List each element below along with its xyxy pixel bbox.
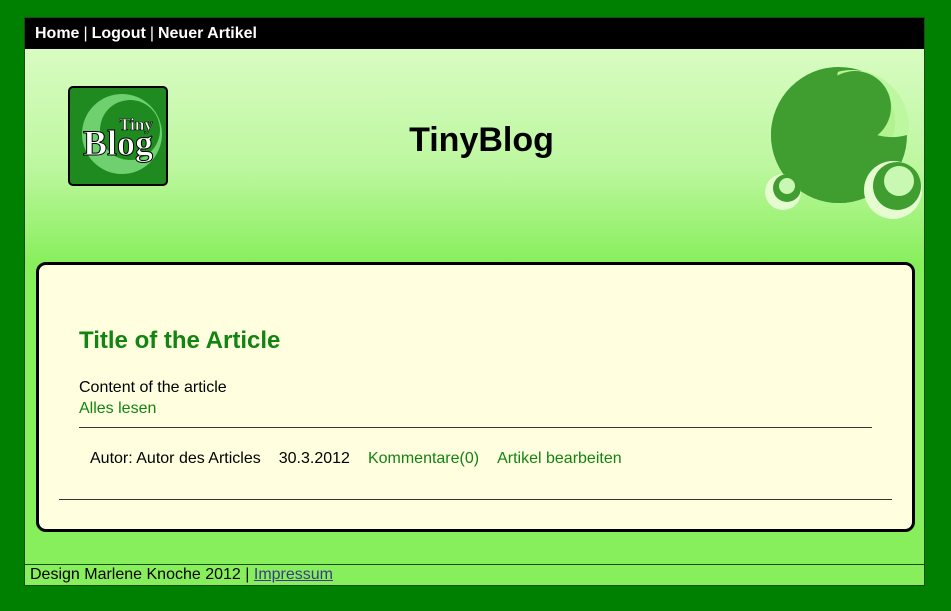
comments-link[interactable]: Kommentare(0) <box>368 450 479 467</box>
article-meta: Autor: Autor des Articles 30.3.2012 Kommen… <box>90 450 622 468</box>
nav-new-article-link[interactable]: Neuer Artikel <box>158 25 257 42</box>
article-divider <box>79 427 872 428</box>
article-content: Content of the article <box>79 379 227 396</box>
nav-separator: | <box>149 25 154 42</box>
read-more-link[interactable]: Alles lesen <box>79 400 156 418</box>
top-navigation: Home | Logout | Neuer Artikel <box>25 18 924 49</box>
nav-home-link[interactable]: Home <box>35 25 79 42</box>
page-frame: Home | Logout | Neuer Artikel Tiny Blog Tiny… <box>24 17 925 586</box>
article-title: Title of the Article <box>79 327 281 354</box>
footer-separator: | <box>245 566 250 583</box>
bubble-decoration-icon <box>765 67 922 219</box>
nav-logout-link[interactable]: Logout <box>92 25 146 42</box>
article-date: 30.3.2012 <box>278 450 350 467</box>
footer: Design Marlene Knoche 2012 | Impressum <box>25 564 924 586</box>
article-author: Autor: Autor des Articles <box>90 450 261 467</box>
card-bottom-divider <box>59 499 892 500</box>
footer-credit: Design Marlene Knoche 2012 <box>30 566 241 583</box>
article-card: Title of the Article Content of the arti… <box>36 262 915 532</box>
nav-separator: | <box>83 25 88 42</box>
edit-article-link[interactable]: Artikel bearbeiten <box>497 450 622 467</box>
impressum-link[interactable]: Impressum <box>254 566 333 583</box>
header-banner: Tiny Blog TinyBlog <box>25 49 924 263</box>
